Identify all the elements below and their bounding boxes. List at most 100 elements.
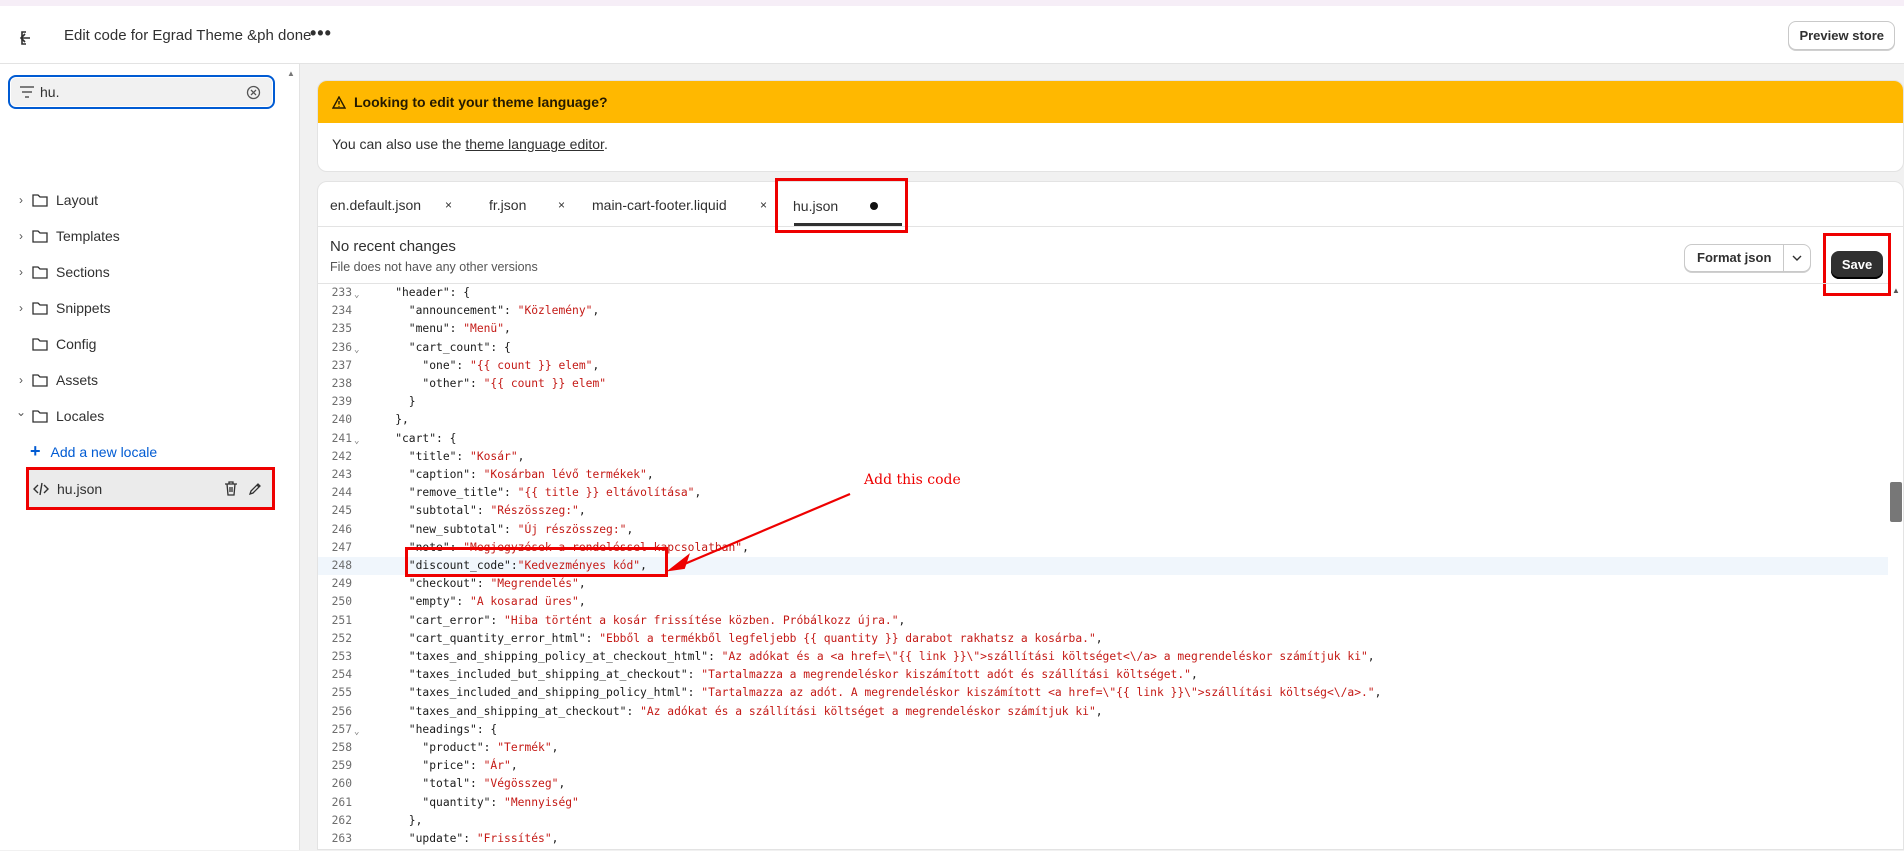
scroll-up-arrow-icon[interactable]: ▲ xyxy=(1892,286,1900,295)
code-value: "Ár" xyxy=(483,759,511,773)
code-key: "product": xyxy=(368,741,498,754)
format-json-button[interactable]: Format json xyxy=(1685,245,1785,271)
code-line[interactable]: 254 "taxes_included_but_shipping_at_chec… xyxy=(318,666,1888,684)
code-tail: , xyxy=(1095,631,1103,645)
close-tab-icon[interactable]: × xyxy=(558,198,565,212)
clear-search-icon[interactable] xyxy=(246,85,261,100)
code-line[interactable]: 235 "menu": "Menü", xyxy=(318,320,1888,338)
add-locale-link[interactable]: + Add a new locale xyxy=(30,441,157,462)
rename-pencil-icon[interactable] xyxy=(248,482,262,496)
code-text: "price": "Ár", xyxy=(368,757,517,775)
close-tab-icon[interactable]: × xyxy=(760,198,767,212)
code-key: }, xyxy=(368,413,409,427)
sidebar-item-config[interactable]: Config xyxy=(0,328,290,360)
code-line[interactable]: 242 "title": "Kosár", xyxy=(318,448,1888,466)
code-line[interactable]: 251 "cart_error": "Hiba történt a kosár … xyxy=(318,612,1888,630)
code-line[interactable]: 250 "empty": "A kosarad üres", xyxy=(318,593,1888,611)
code-tail: , xyxy=(517,449,525,463)
code-line[interactable]: 261 "quantity": "Mennyiség" xyxy=(318,794,1888,812)
banner-body-prefix: You can also use the xyxy=(332,136,466,152)
code-line[interactable]: 257 ⌄ "headings": { xyxy=(318,721,1888,739)
line-number: 233 xyxy=(331,286,352,299)
sidebar-item-snippets[interactable]: › Snippets xyxy=(0,292,290,324)
code-text: "header": { xyxy=(368,284,470,302)
save-button[interactable]: Save xyxy=(1831,250,1883,279)
code-text: "cart_count": { xyxy=(368,339,511,357)
code-line[interactable]: 258 "product": "Termék", xyxy=(318,739,1888,757)
search-input[interactable] xyxy=(40,81,240,103)
code-line[interactable]: 240 }, xyxy=(318,411,1888,429)
file-search[interactable] xyxy=(8,75,275,109)
more-horizontal-icon[interactable]: ••• xyxy=(310,23,332,44)
code-line[interactable]: 260 "total": "Végösszeg", xyxy=(318,775,1888,793)
preview-store-button[interactable]: Preview store xyxy=(1788,21,1895,50)
line-number: 247 xyxy=(331,540,352,554)
code-text: "title": "Kosár", xyxy=(368,448,525,466)
sidebar-item-locales[interactable]: ⌄ Locales xyxy=(0,400,290,432)
chevron-right-icon: › xyxy=(19,229,23,243)
delete-icon[interactable] xyxy=(224,481,238,496)
sidebar-item-layout[interactable]: › Layout xyxy=(0,184,290,216)
code-tail: , xyxy=(1190,668,1198,682)
code-line[interactable]: 253 "taxes_and_shipping_policy_at_checko… xyxy=(318,648,1888,666)
code-line[interactable]: 252 "cart_quantity_error_html": "Ebből a… xyxy=(318,630,1888,648)
code-line[interactable]: 236 ⌄ "cart_count": { xyxy=(318,339,1888,357)
code-line[interactable]: 239 } xyxy=(318,393,1888,411)
code-text: "caption": "Kosárban lévő termékek", xyxy=(368,466,654,484)
code-line[interactable]: 243 "caption": "Kosárban lévő termékek", xyxy=(318,466,1888,484)
chevron-right-icon: › xyxy=(19,373,23,387)
code-text: "taxes_included_but_shipping_at_checkout… xyxy=(368,666,1198,684)
code-line[interactable]: 233 ⌄ "header": { xyxy=(318,284,1888,302)
theme-language-editor-link[interactable]: theme language editor xyxy=(465,136,604,152)
scroll-up-arrow-icon[interactable]: ▲ xyxy=(287,69,295,78)
code-key: "cart": { xyxy=(368,431,457,445)
exit-icon[interactable] xyxy=(18,28,38,48)
code-line[interactable]: 241 ⌄ "cart": { xyxy=(318,430,1888,448)
code-text: "menu": "Menü", xyxy=(368,320,511,338)
line-number: 251 xyxy=(331,613,352,627)
code-tail: , xyxy=(551,741,559,754)
code-line[interactable]: 244 "remove_title": "{{ title }} eltávol… xyxy=(318,484,1888,502)
code-value: "Végösszeg" xyxy=(483,777,559,791)
tab-hu-json[interactable]: hu.json xyxy=(775,178,908,233)
tab-main-cart-footer-liquid[interactable]: main-cart-footer.liquid × xyxy=(592,182,767,227)
banner-body-suffix: . xyxy=(603,136,608,152)
code-line[interactable]: 237 "one": "{{ count }} elem", xyxy=(318,357,1888,375)
code-value: "Termék" xyxy=(497,741,552,754)
code-line[interactable]: 249 "checkout": "Megrendelés", xyxy=(318,575,1888,593)
close-tab-icon[interactable]: × xyxy=(445,198,452,212)
code-line[interactable]: 263 "update": "Frissítés", xyxy=(318,830,1888,848)
line-number: 238 xyxy=(331,377,352,390)
sidebar-item-templates[interactable]: › Templates xyxy=(0,220,290,252)
code-text: "checkout": "Megrendelés", xyxy=(368,575,586,593)
code-line[interactable]: 262 }, xyxy=(318,812,1888,830)
sidebar-item-assets[interactable]: › Assets xyxy=(0,364,290,396)
code-key: }, xyxy=(368,813,423,827)
tab-fr-json[interactable]: fr.json × xyxy=(489,182,565,227)
chevron-right-icon: › xyxy=(19,193,23,207)
tab-en-default-json[interactable]: en.default.json × xyxy=(330,182,452,227)
code-text: "other": "{{ count }} elem" xyxy=(368,375,606,393)
code-line[interactable]: 234 "announcement": "Közlemény", xyxy=(318,302,1888,320)
code-tail: , xyxy=(578,577,586,591)
code-value: "Megrendelés" xyxy=(490,577,579,591)
line-number: 257 xyxy=(331,722,352,736)
scrollbar-thumb[interactable] xyxy=(1890,482,1902,522)
line-number: 258 xyxy=(331,741,352,754)
code-line[interactable]: 255 "taxes_included_and_shipping_policy_… xyxy=(318,684,1888,702)
sidebar-item-label: Templates xyxy=(56,228,120,244)
code-value: "Frissítés" xyxy=(476,832,552,845)
code-key: "cart_error": xyxy=(368,613,505,627)
sidebar-item-sections[interactable]: › Sections xyxy=(0,256,290,288)
code-line[interactable]: 256 "taxes_and_shipping_at_checkout": "A… xyxy=(318,703,1888,721)
banner-title: Looking to edit your theme language? xyxy=(354,94,608,110)
code-line[interactable]: 238 "other": "{{ count }} elem" xyxy=(318,375,1888,393)
file-item-hu-json[interactable]: hu.json xyxy=(26,467,275,510)
sidebar-item-label: Snippets xyxy=(56,300,111,316)
code-line[interactable]: 245 "subtotal": "Részösszeg:", xyxy=(318,502,1888,520)
code-key: "total": xyxy=(368,777,484,791)
code-line[interactable]: 259 "price": "Ár", xyxy=(318,757,1888,775)
format-dropdown-button[interactable] xyxy=(1784,245,1810,271)
line-number: 252 xyxy=(331,631,352,645)
code-line[interactable]: 246 "new_subtotal": "Új részösszeg:", xyxy=(318,521,1888,539)
